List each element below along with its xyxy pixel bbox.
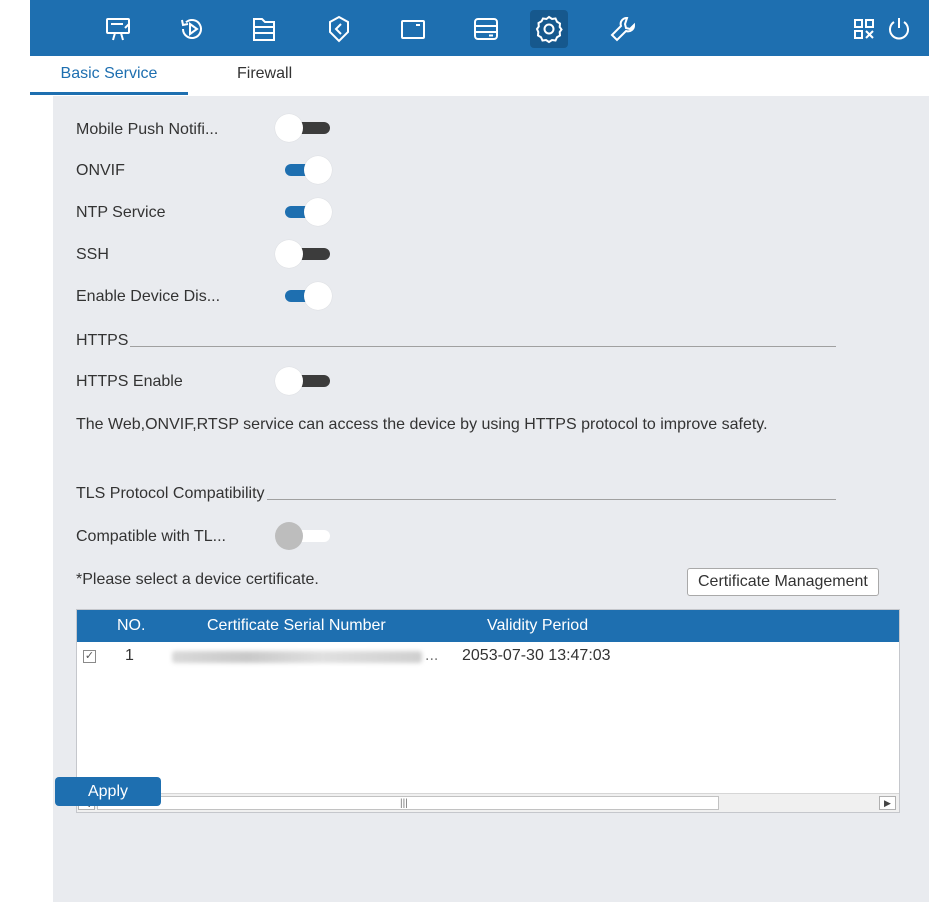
settings-icon[interactable] [530, 10, 568, 48]
scroll-right-icon[interactable]: ▶ [879, 796, 896, 810]
tab-firewall[interactable]: Firewall [237, 65, 292, 83]
device-discovery-toggle[interactable] [275, 282, 333, 310]
row-no: 1 [125, 647, 134, 664]
column-header-validity[interactable]: Validity Period [487, 617, 588, 635]
certificate-prompt: *Please select a device certificate. [76, 571, 319, 588]
basic-service-panel: Mobile Push Notifi... ONVIF NTP Service … [53, 96, 929, 902]
maintenance-icon[interactable] [604, 10, 642, 48]
toggle-knob [275, 367, 303, 395]
apply-button[interactable]: Apply [55, 777, 161, 806]
ssh-label: SSH [76, 246, 109, 263]
section-divider [130, 346, 836, 347]
tls-compat-label: Compatible with TL... [76, 528, 226, 545]
tab-bar: Basic Service Firewall [30, 56, 929, 96]
storage-icon[interactable] [467, 10, 505, 48]
power-icon[interactable] [880, 10, 918, 48]
scroll-grip-icon: ||| [400, 798, 408, 809]
active-tab-indicator [30, 92, 188, 95]
horizontal-scrollbar[interactable]: ◀ ||| ▶ [77, 793, 899, 812]
device-discovery-label: Enable Device Dis... [76, 288, 221, 305]
channel-icon[interactable] [394, 10, 432, 48]
certificate-management-button[interactable]: Certificate Management [687, 568, 879, 596]
smart-icon[interactable] [320, 10, 358, 48]
tls-section-header: TLS Protocol Compatibility [76, 485, 836, 503]
playback-icon[interactable] [173, 10, 211, 48]
toggle-knob [304, 156, 332, 184]
https-description: The Web,ONVIF,RTSP service can access th… [76, 416, 768, 433]
toggle-knob [304, 282, 332, 310]
tab-basic-service[interactable]: Basic Service [30, 65, 188, 83]
https-enable-label: HTTPS Enable [76, 373, 183, 390]
row-validity: 2053-07-30 13:47:03 [462, 647, 611, 664]
live-view-icon[interactable] [99, 10, 137, 48]
toggle-knob [275, 522, 303, 550]
https-section-title: HTTPS [76, 332, 129, 349]
column-header-serial[interactable]: Certificate Serial Number [207, 617, 386, 635]
ntp-toggle[interactable] [275, 198, 333, 226]
toggle-knob [275, 240, 303, 268]
qr-code-icon[interactable] [845, 10, 883, 48]
tls-compat-toggle[interactable] [275, 522, 333, 550]
scroll-thumb[interactable]: ||| [97, 796, 719, 810]
ssh-toggle[interactable] [275, 240, 333, 268]
section-divider [266, 499, 836, 500]
redacted-serial [172, 651, 422, 663]
table-header: NO. Certificate Serial Number Validity P… [77, 610, 899, 642]
row-checkbox[interactable]: ✓ [83, 650, 96, 663]
mobile-push-label: Mobile Push Notifi... [76, 121, 219, 138]
certificate-table: NO. Certificate Serial Number Validity P… [76, 609, 900, 813]
https-enable-toggle[interactable] [275, 367, 333, 395]
row-serial-ellipsis: ... [425, 647, 439, 664]
onvif-toggle[interactable] [275, 156, 333, 184]
top-navigation-bar [30, 0, 929, 56]
toggle-knob [275, 114, 303, 142]
column-header-no[interactable]: NO. [117, 617, 145, 635]
toggle-knob [304, 198, 332, 226]
tls-section-title: TLS Protocol Compatibility [76, 485, 265, 502]
ntp-label: NTP Service [76, 204, 166, 221]
mobile-push-toggle[interactable] [275, 114, 333, 142]
file-icon[interactable] [245, 10, 283, 48]
onvif-label: ONVIF [76, 162, 125, 179]
table-row[interactable]: ✓ 1 ... 2053-07-30 13:47:03 [77, 642, 899, 670]
https-section-header: HTTPS [76, 332, 836, 350]
